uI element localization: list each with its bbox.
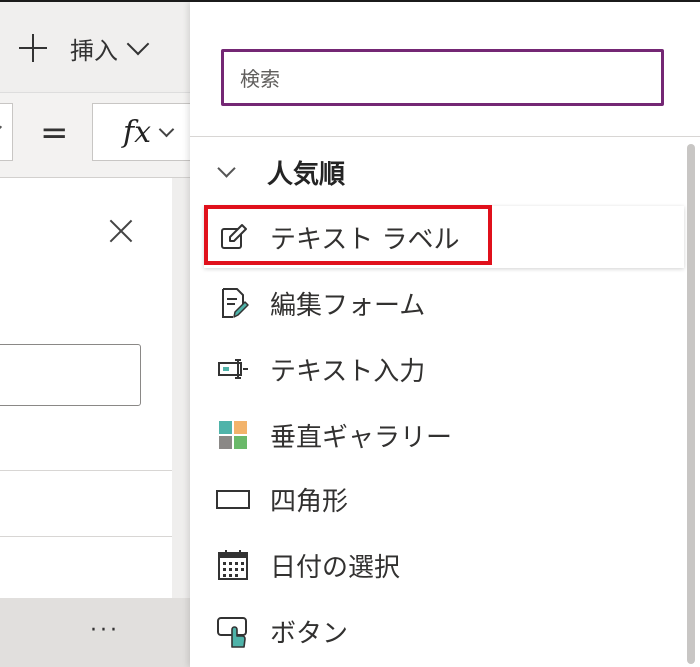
- fx-icon: fx: [123, 114, 152, 150]
- property-dropdown[interactable]: [0, 103, 13, 161]
- group-header-popular[interactable]: 人気順: [217, 152, 346, 192]
- search-box[interactable]: [221, 49, 664, 106]
- insert-button[interactable]: 挿入: [18, 30, 150, 66]
- insert-item-text-label[interactable]: テキスト ラベル: [204, 206, 684, 268]
- control-name-input[interactable]: [0, 344, 141, 406]
- item-label: 四角形: [270, 486, 349, 517]
- insert-item-button[interactable]: ボタン: [204, 600, 684, 662]
- insert-flyout: 人気順 テキスト ラベル 編集フォーム: [190, 2, 700, 667]
- insert-item-date-picker[interactable]: 日付の選択: [204, 534, 684, 596]
- close-icon[interactable]: [108, 218, 134, 244]
- search-input[interactable]: [238, 52, 652, 105]
- button-icon: [216, 614, 250, 648]
- insert-item-vertical-gallery[interactable]: 垂直ギャラリー: [204, 404, 684, 466]
- properties-panel: [0, 178, 172, 598]
- chevron-down-icon: [158, 121, 175, 137]
- text-input-icon: [216, 352, 250, 386]
- formula-bar: = fx: [0, 92, 204, 178]
- insert-item-edit-form[interactable]: 編集フォーム: [204, 272, 684, 334]
- chevron-down-icon: [0, 119, 3, 135]
- divider: [190, 136, 700, 137]
- insert-item-text-input[interactable]: テキスト入力: [204, 338, 684, 400]
- chevron-down-icon: [217, 158, 236, 178]
- equals-sign: =: [40, 113, 69, 153]
- group-label: 人気順: [267, 159, 346, 190]
- item-label: ボタン: [270, 618, 349, 649]
- item-label: テキスト ラベル: [270, 224, 460, 255]
- insert-label: 挿入: [70, 36, 118, 65]
- panel-gutter: [172, 178, 190, 598]
- gallery-icon: [216, 418, 250, 452]
- insert-item-rectangle[interactable]: 四角形: [204, 468, 684, 530]
- edit-label-icon: [216, 220, 250, 254]
- edit-form-icon: [216, 286, 250, 320]
- chevron-down-icon: [126, 32, 150, 56]
- item-label: テキスト入力: [270, 356, 426, 387]
- command-bar: 挿入: [0, 2, 190, 90]
- calendar-icon: [216, 548, 250, 582]
- flyout-scrollbar[interactable]: [687, 144, 695, 664]
- plus-icon: [18, 33, 48, 63]
- rectangle-icon: [216, 482, 250, 516]
- more-options-button[interactable]: ···: [90, 618, 120, 643]
- item-label: 日付の選択: [270, 552, 401, 583]
- divider: [0, 536, 172, 537]
- divider: [0, 470, 172, 471]
- item-label: 編集フォーム: [270, 290, 426, 321]
- window-top-border: [0, 0, 700, 2]
- status-bar: ···: [0, 598, 190, 667]
- item-label: 垂直ギャラリー: [270, 422, 453, 453]
- fx-button[interactable]: fx: [92, 103, 204, 161]
